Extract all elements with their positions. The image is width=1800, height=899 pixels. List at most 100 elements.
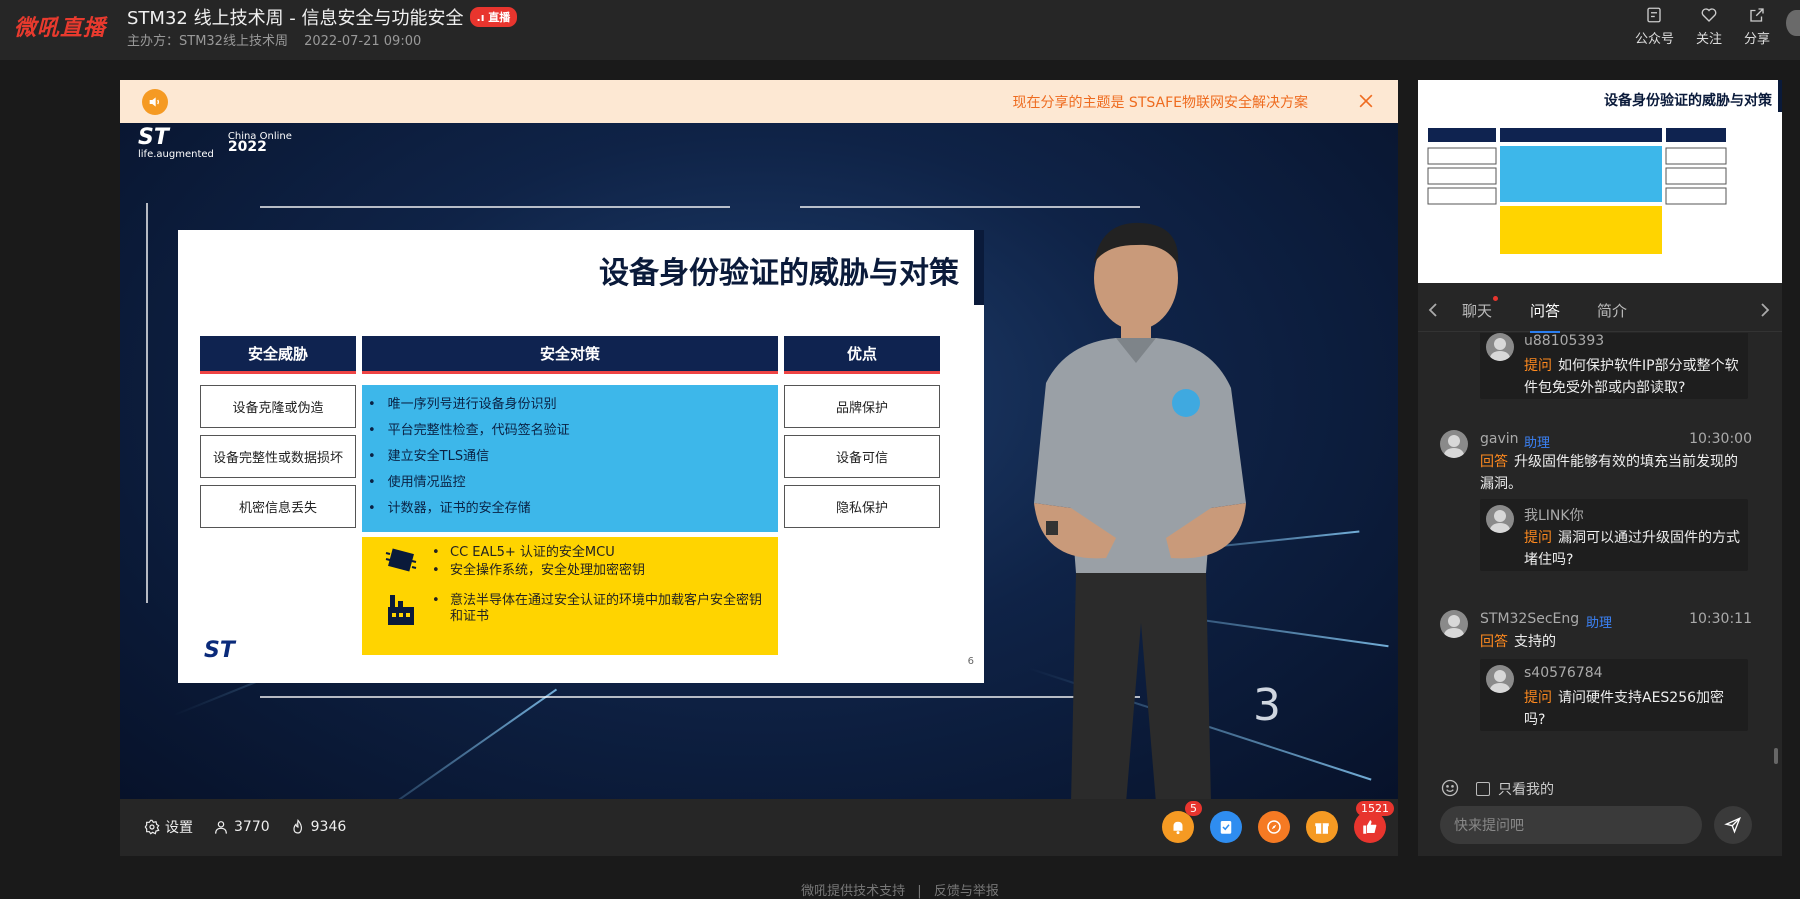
person-icon <box>215 821 227 834</box>
share-button[interactable]: 分享 <box>1744 6 1770 47</box>
answer-time: 10:30:00 <box>1689 431 1752 447</box>
user-avatar[interactable] <box>1786 10 1800 36</box>
header-actions: 公众号 关注 分享 <box>1635 6 1770 47</box>
lottery-button[interactable] <box>1258 811 1290 843</box>
bell-icon <box>1173 821 1183 835</box>
footer: 微吼提供技术支持 | 反馈与举报 <box>0 880 1800 899</box>
hardware-item: CC EAL5+ 认证的安全MCU <box>432 545 770 561</box>
thumbs-up-icon <box>1363 820 1377 834</box>
host-label: 主办方：STM32线上技术周 <box>127 34 288 49</box>
panel-tabs: 聊天 问答 简介 <box>1418 292 1782 333</box>
gift-icon <box>1315 823 1329 834</box>
like-button[interactable]: 1521 <box>1354 801 1394 843</box>
threat-item: 设备克隆或伪造 <box>200 385 356 428</box>
only-mine-checkbox[interactable] <box>1476 782 1490 796</box>
official-account-button[interactable]: 公众号 <box>1635 6 1674 47</box>
gift-button[interactable] <box>1306 811 1338 843</box>
gear-icon <box>144 819 160 835</box>
tab-intro[interactable]: 简介 <box>1597 300 1627 321</box>
send-button[interactable] <box>1714 806 1752 844</box>
header: 微吼直播 STM32 线上技术周 - 信息安全与功能安全 .ı 直播 主办方：S… <box>0 0 1800 60</box>
hardware-item: 意法半导体在通过安全认证的环境中加载客户安全密钥和证书 <box>432 593 770 625</box>
video-player: 现在分享的主题是 STSAFE物联网安全解决方案 ST life.augment… <box>120 80 1398 856</box>
viewer-count: 3770 <box>213 819 270 835</box>
header-benefits: 优点 <box>784 336 940 374</box>
factory-icon <box>388 595 414 625</box>
question-card: 我LINK你 提问 漏洞可以通过升级固件的方式堵住吗? <box>1480 499 1748 571</box>
question-user: u88105393 <box>1524 333 1605 349</box>
qa-list[interactable]: u88105393 提问 如何保护软件IP部分或整个软件包免受外部或内部读取? g… <box>1418 333 1782 766</box>
question-text: 提问 漏洞可以通过升级固件的方式堵住吗? <box>1524 530 1740 568</box>
side-panel: 设备身份验证的威胁与对策 聊天 问答 简介 u88105393 提问 如何保护软… <box>1418 80 1782 856</box>
event-logo: China Online 2022 <box>227 130 292 155</box>
player-stats: 设置 3770 9346 <box>144 817 346 837</box>
benefit-item: 品牌保护 <box>784 385 940 428</box>
measure-item: 平台完整性检查，代码签名验证 <box>368 421 778 447</box>
overlay-number: 3 <box>1253 680 1281 731</box>
frame-line <box>146 203 148 603</box>
question-input-area: 只看我的 <box>1418 766 1782 856</box>
measure-item: 唯一序列号进行设备身份识别 <box>368 395 778 421</box>
host-info: 主办方：STM32线上技术周 2022-07-21 09:00 <box>127 30 433 49</box>
thumb-title-accent <box>1778 80 1782 112</box>
title-row: STM32 线上技术周 - 信息安全与功能安全 .ı 直播 <box>127 4 518 30</box>
sign-in-button[interactable] <box>1210 811 1242 843</box>
page-title: STM32 线上技术周 - 信息安全与功能安全 <box>127 8 464 29</box>
smiley-icon <box>1441 779 1459 797</box>
flame-icon <box>293 819 302 834</box>
only-mine-toggle[interactable]: 只看我的 <box>1476 779 1554 799</box>
question-card: s40576784 提问 请问硬件支持AES256加密吗? <box>1480 659 1748 731</box>
slide-page-number: 6 <box>967 656 974 667</box>
tech-support-link[interactable]: 微吼提供技术支持 <box>801 884 905 899</box>
settings-button[interactable]: 设置 <box>144 817 193 837</box>
tab-chat[interactable]: 聊天 <box>1462 296 1499 321</box>
close-notice-button[interactable] <box>1356 91 1376 111</box>
answer-text: 回答 支持的 <box>1480 634 1556 650</box>
follow-button[interactable]: 关注 <box>1696 6 1722 47</box>
measure-item: 使用情况监控 <box>368 473 778 499</box>
qrcode-icon <box>1647 7 1662 23</box>
question-card: u88105393 提问 如何保护软件IP部分或整个软件包免受外部或内部读取? <box>1480 333 1748 399</box>
checklist-icon <box>1220 821 1232 834</box>
video-watermark: ST life.augmented China Online 2022 <box>138 125 292 160</box>
hardware-measures: CC EAL5+ 认证的安全MCU 安全操作系统，安全处理加密密钥 意法半导体在… <box>362 537 778 655</box>
benefit-item: 设备可信 <box>784 435 940 478</box>
tab-qa[interactable]: 问答 <box>1530 300 1561 333</box>
tabs-next-button[interactable] <box>1758 302 1772 318</box>
answer-user: gavin <box>1480 431 1519 447</box>
benefit-item: 隐私保护 <box>784 485 940 528</box>
role-badge: 助理 <box>1524 436 1551 451</box>
topic-notice-bar: 现在分享的主题是 STSAFE物联网安全解决方案 <box>120 80 1398 123</box>
like-count-badge: 1521 <box>1356 801 1394 816</box>
header-threats: 安全威胁 <box>200 336 356 374</box>
frame-line <box>260 206 730 208</box>
thumb-title: 设备身份验证的威胁与对策 <box>1604 93 1772 109</box>
slide-thumbnail[interactable]: 设备身份验证的威胁与对策 <box>1418 80 1782 283</box>
hardware-item: 安全操作系统，安全处理加密密钥 <box>432 563 770 579</box>
question-user: s40576784 <box>1524 665 1603 681</box>
light-streak <box>342 688 558 799</box>
player-toolbar: 设置 3770 9346 5 1521 <box>120 799 1398 856</box>
video-stream[interactable]: ST life.augmented China Online 2022 设备身份… <box>120 123 1398 799</box>
question-user: 我LINK你 <box>1524 508 1584 524</box>
question-text: 提问 如何保护软件IP部分或整个软件包免受外部或内部读取? <box>1524 358 1739 396</box>
role-badge: 助理 <box>1586 616 1613 631</box>
notification-button[interactable]: 5 <box>1162 801 1202 843</box>
notification-badge: 5 <box>1185 801 1202 816</box>
report-link[interactable]: 反馈与举报 <box>934 884 999 899</box>
slide-title: 设备身份验证的威胁与对策 <box>599 256 959 291</box>
avatar <box>1486 665 1514 693</box>
emoji-button[interactable] <box>1440 778 1460 798</box>
app-logo[interactable]: 微吼直播 <box>14 10 106 42</box>
question-input[interactable] <box>1440 806 1702 844</box>
threat-item: 机密信息丢失 <box>200 485 356 528</box>
chip-icon <box>385 548 417 572</box>
threat-item: 设备完整性或数据损坏 <box>200 435 356 478</box>
tabs-prev-button[interactable] <box>1426 302 1440 318</box>
heart-plus-icon <box>1701 8 1717 22</box>
qa-scrollbar[interactable] <box>1774 748 1778 764</box>
thumb-slide-preview <box>1427 128 1727 254</box>
interaction-buttons: 5 1521 <box>1162 801 1394 843</box>
compass-icon <box>1267 820 1281 834</box>
chevron-right-icon <box>1761 303 1770 317</box>
